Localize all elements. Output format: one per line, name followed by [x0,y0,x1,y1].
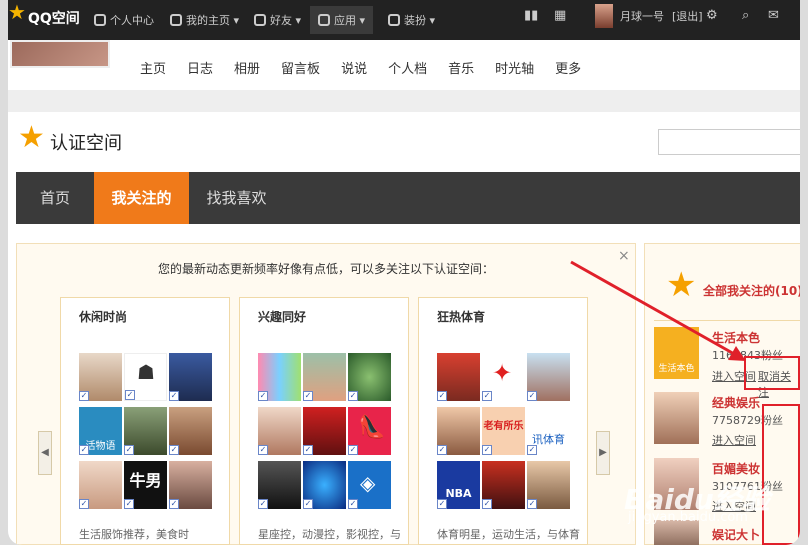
window: ★ QQ空间 个人中心 我的主页 ▾ 好友 ▾ 应用 ▾ 装扮 ▾ ▮▮ ▦ 月… [8,0,800,545]
watermark-url: jingyan.baidu.com [628,510,748,525]
annotation-arrow [570,260,746,361]
